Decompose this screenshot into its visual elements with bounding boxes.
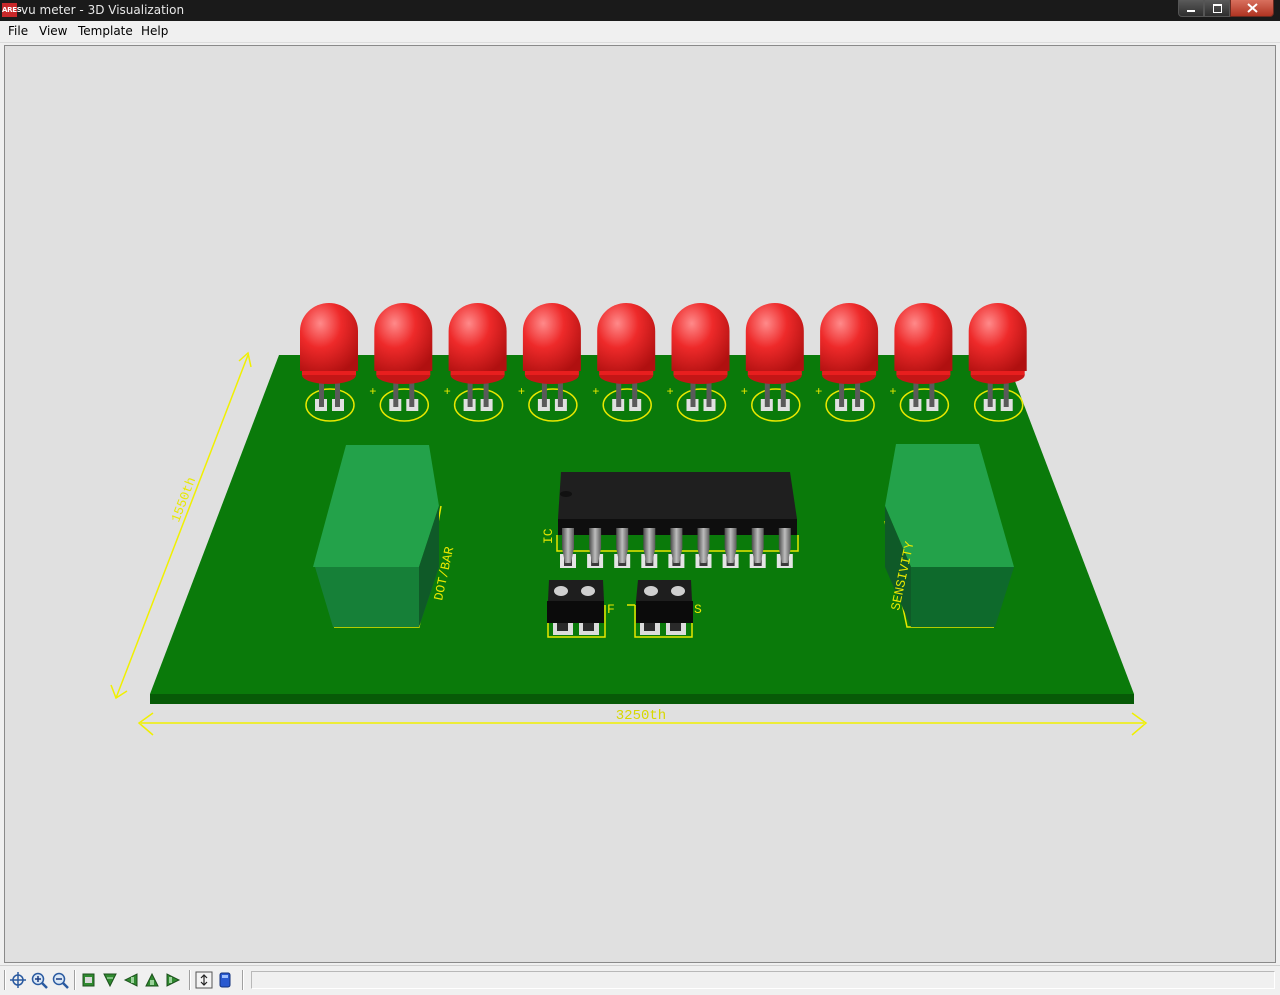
menu-template[interactable]: Template <box>78 24 133 38</box>
led-leg <box>616 381 622 407</box>
led-dome <box>597 303 656 371</box>
led-leg <box>483 381 489 407</box>
status-field <box>251 971 1275 989</box>
led-dome <box>894 303 953 371</box>
minimize-button[interactable] <box>1178 0 1204 17</box>
dimensions-icon[interactable] <box>195 971 213 989</box>
led-leg <box>987 381 993 407</box>
pcb-3d-scene: 1550th 3250th DOT/BAR SENSIVITY IC F S +… <box>110 303 1148 736</box>
led-polarity-label: + <box>815 385 822 399</box>
led-leg <box>913 381 919 407</box>
view-back-icon[interactable] <box>143 971 161 989</box>
led-leg <box>780 381 786 407</box>
led-leg <box>706 381 712 407</box>
minimize-icon <box>1187 9 1195 12</box>
led-polarity-label: + <box>592 385 599 399</box>
led-leg <box>839 381 845 407</box>
led-leg <box>632 381 638 407</box>
led-polarity-label: + <box>369 385 376 399</box>
led-leg <box>467 381 473 407</box>
led-polarity-label: + <box>741 385 748 399</box>
led-leg <box>393 381 399 407</box>
ic-chip <box>556 472 799 568</box>
view-left-icon[interactable] <box>122 971 140 989</box>
led-leg <box>1003 381 1009 407</box>
zoom-out-icon[interactable] <box>51 971 69 989</box>
pan-icon[interactable] <box>9 971 27 989</box>
menu-file[interactable]: File <box>8 24 28 38</box>
dimension-height-label: 1550th <box>168 475 199 524</box>
view-right-icon[interactable] <box>164 971 182 989</box>
led-dome <box>671 303 730 371</box>
led-polarity-label: + <box>667 385 674 399</box>
components-icon[interactable] <box>216 971 234 989</box>
led-dome <box>448 303 507 371</box>
restore-icon <box>1212 3 1222 13</box>
led-polarity-label: + <box>518 385 525 399</box>
led-dome <box>968 303 1027 371</box>
led-dome <box>300 303 358 371</box>
window-controls <box>1178 0 1274 18</box>
led-leg <box>764 381 770 407</box>
maximize-button[interactable] <box>1204 0 1230 17</box>
led-polarity-label: + <box>889 385 896 399</box>
led-leg <box>335 381 340 407</box>
toolbar-separator <box>74 970 76 990</box>
close-button[interactable] <box>1230 0 1274 17</box>
toolbar-separator <box>242 970 244 990</box>
led-polarity-label: + <box>444 385 451 399</box>
app-logo-icon: ARES <box>2 3 22 17</box>
connector-left-label: F <box>607 602 615 617</box>
menu-view[interactable]: View <box>39 24 67 38</box>
led-leg <box>319 381 324 407</box>
led-leg <box>929 381 935 407</box>
led-leg <box>557 381 563 407</box>
led-leg <box>541 381 547 407</box>
dimension-width-label: 3250th <box>616 708 666 724</box>
led-leg <box>409 381 415 407</box>
connector-right-label: S <box>694 602 702 617</box>
menu-bar: File View Template Help <box>0 21 1280 43</box>
ic-label: IC <box>541 528 556 544</box>
led-dome <box>745 303 804 371</box>
window-title: vu meter - 3D Visualization <box>21 3 185 17</box>
zoom-in-icon[interactable] <box>30 971 48 989</box>
led-dome <box>522 303 581 371</box>
view-toolbar <box>0 965 1280 995</box>
view-top-icon[interactable] <box>101 971 119 989</box>
title-bar: ARES vu meter - 3D Visualization <box>0 0 1280 21</box>
toolbar-separator <box>189 970 191 990</box>
view-front-icon[interactable] <box>80 971 98 989</box>
led-dome <box>374 303 433 371</box>
menu-help[interactable]: Help <box>141 24 168 38</box>
toolbar-separator <box>4 970 6 990</box>
led-leg <box>855 381 861 407</box>
close-icon <box>1246 3 1258 13</box>
3d-viewport[interactable]: 1550th 3250th DOT/BAR SENSIVITY IC F S +… <box>4 45 1276 963</box>
led-dome <box>820 303 879 371</box>
led-leg <box>690 381 696 407</box>
